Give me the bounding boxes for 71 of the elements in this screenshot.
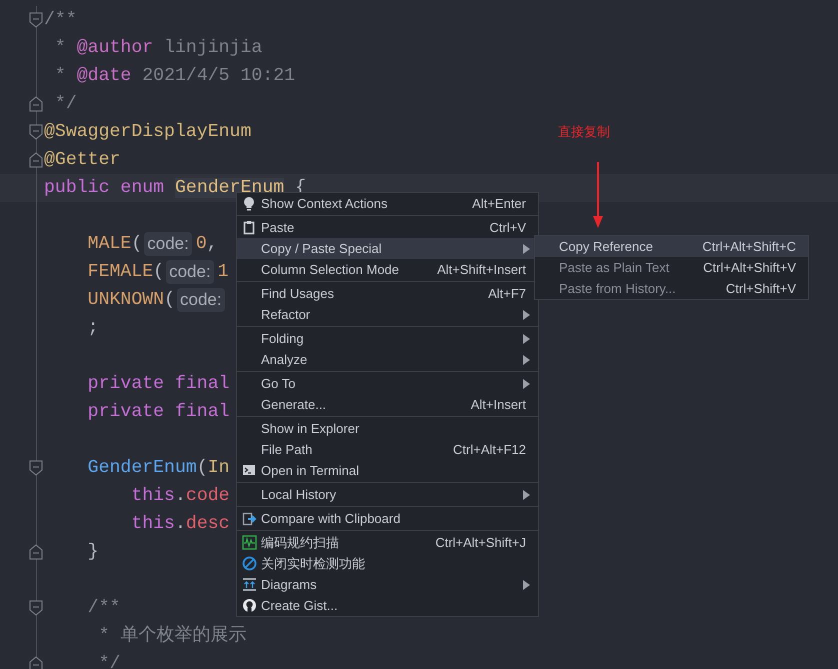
menu-item[interactable]: Find Usages Alt+F7 (237, 283, 538, 304)
fold-marker-icon[interactable] (29, 152, 43, 168)
code-line: */ (98, 653, 120, 669)
menu-item[interactable]: 关闭实时检测功能 (237, 553, 538, 574)
code-line: ; (86, 317, 99, 340)
menu-item[interactable]: Open in Terminal (237, 460, 538, 481)
menu-item[interactable]: Generate... Alt+Insert (237, 394, 538, 415)
compare-icon (242, 511, 257, 526)
code-line: @SwaggerDisplayEnum (44, 121, 252, 144)
fold-marker-icon[interactable] (29, 12, 43, 28)
shortcut-label: Ctrl+Shift+V (726, 280, 796, 298)
diagram-icon (242, 577, 257, 592)
scan-icon (242, 535, 257, 550)
shortcut-label: Alt+Shift+Insert (437, 260, 526, 279)
shortcut-label: Alt+Insert (470, 396, 526, 414)
menu-item[interactable]: Create Gist... (237, 595, 538, 616)
menu-item[interactable]: Show Context Actions Alt+Enter (237, 193, 538, 214)
code-line: * @date 2021/4/5 10:21 (54, 65, 296, 88)
shortcut-label: Alt+Enter (472, 194, 526, 213)
shortcut-label: Ctrl+V (490, 218, 526, 237)
code-line: */ (54, 93, 77, 116)
menu-item[interactable]: Column Selection Mode Alt+Shift+Insert (237, 259, 538, 280)
terminal-icon (242, 463, 257, 478)
shortcut-label: Ctrl+Alt+Shift+C (702, 238, 796, 256)
menu-item[interactable]: Folding (237, 328, 538, 349)
menu-item[interactable]: Paste Ctrl+V (237, 217, 538, 238)
fold-marker-icon[interactable] (29, 124, 43, 140)
menu-item[interactable]: Local History (237, 484, 538, 505)
menu-item[interactable]: 编码规约扫描 Ctrl+Alt+Shift+J (237, 532, 538, 553)
code-text: 0, (196, 233, 218, 256)
code-line: private final (86, 373, 230, 396)
annotation-arrow (591, 162, 605, 229)
code-text: FEMALE( (86, 261, 164, 284)
shortcut-label: Ctrl+Alt+Shift+J (435, 534, 526, 552)
menu-item[interactable]: Go To (237, 373, 538, 394)
menu-item[interactable]: Analyze (237, 349, 538, 370)
clipboard-icon (242, 220, 257, 235)
inlay-hint: code: (144, 232, 192, 256)
code-line: GenderEnum(In (86, 457, 230, 480)
code-line: /** (44, 9, 77, 32)
code-text: 1 (218, 261, 229, 284)
shortcut-label: Alt+F7 (488, 284, 526, 303)
github-icon (242, 598, 257, 613)
code-line: * @author linjinjia (54, 37, 262, 60)
inlay-hint: code: (176, 288, 225, 312)
code-text: UNKNOWN( (86, 289, 175, 312)
menu-item[interactable]: Compare with Clipboard (237, 508, 538, 529)
menu-item[interactable]: Show in Explorer (237, 418, 538, 439)
fold-marker-icon[interactable] (29, 460, 43, 476)
fold-marker-icon[interactable] (29, 96, 43, 112)
code-line: this.desc (130, 513, 230, 536)
menu-item[interactable]: Refactor (237, 304, 538, 325)
code-line: @Getter (44, 149, 120, 172)
code-line: private final (86, 401, 230, 424)
code-line: /** (86, 597, 120, 620)
code-line: this.code (130, 485, 230, 508)
annotation-text: 直接复制 (558, 124, 610, 140)
fold-marker-icon[interactable] (29, 600, 43, 616)
menu-item[interactable]: File Path Ctrl+Alt+F12 (237, 439, 538, 460)
code-line: } (86, 541, 99, 564)
fold-marker-icon[interactable] (29, 656, 43, 669)
ban-icon (242, 556, 257, 571)
menu-item[interactable]: Copy Reference Ctrl+Alt+Shift+C (535, 236, 808, 257)
fold-marker-icon[interactable] (29, 544, 43, 560)
shortcut-label: Ctrl+Alt+Shift+V (703, 258, 796, 277)
shortcut-label: Ctrl+Alt+F12 (453, 440, 526, 459)
menu-item[interactable]: Diagrams (237, 574, 538, 595)
code-line: * 单个枚举的展示 (98, 624, 246, 648)
bulb-icon (242, 196, 257, 211)
code-text: MALE( (86, 233, 142, 256)
inlay-hint: code: (166, 260, 214, 284)
